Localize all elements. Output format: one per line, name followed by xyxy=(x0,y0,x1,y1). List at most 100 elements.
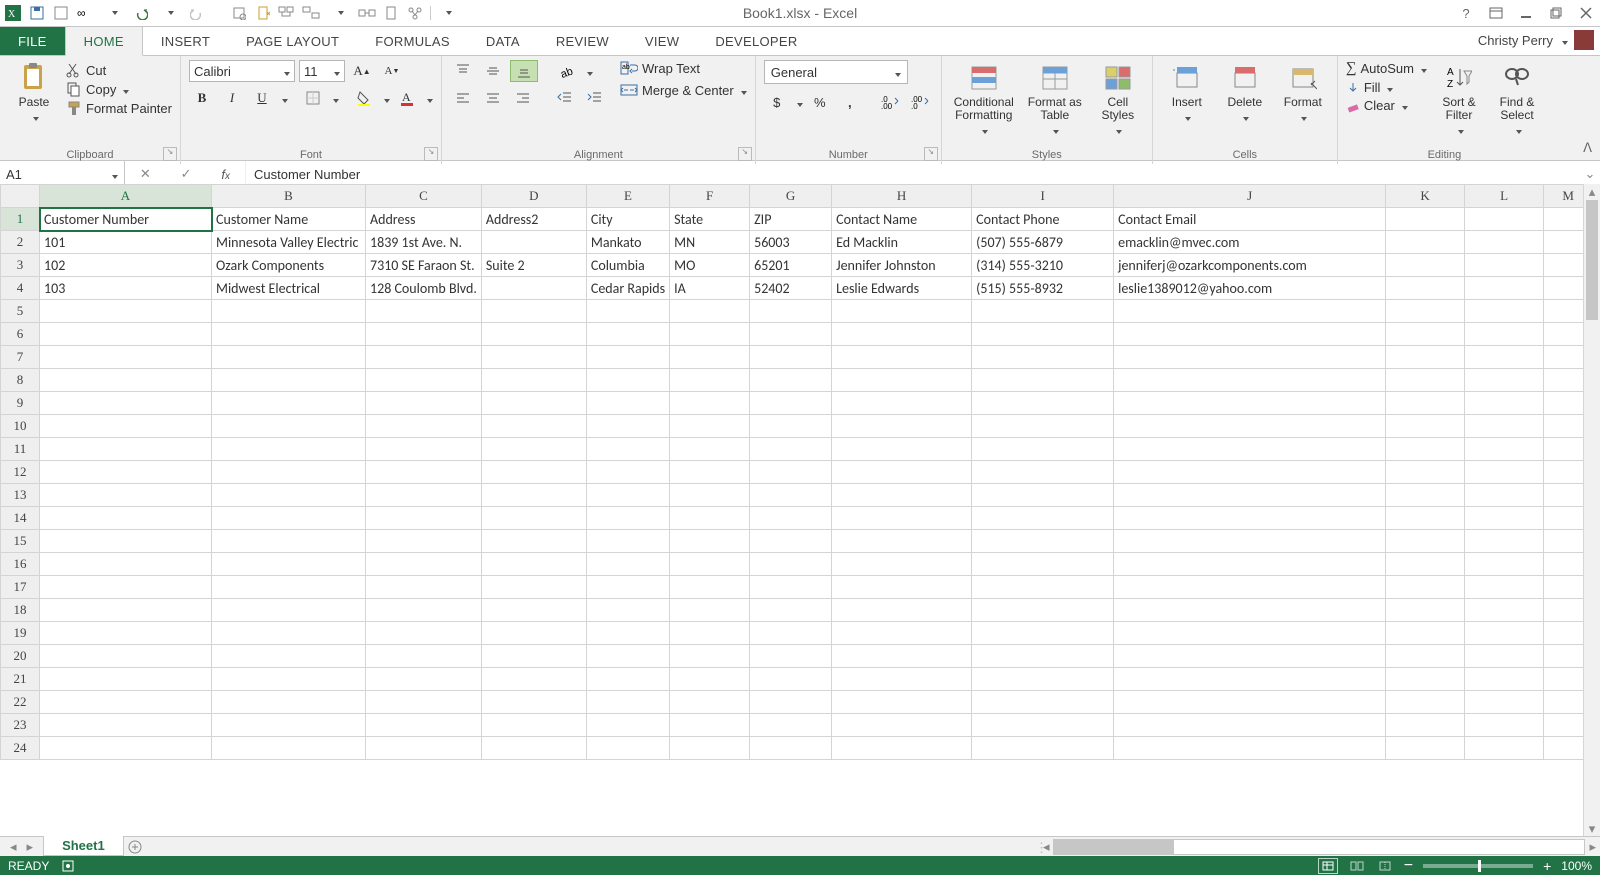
row-header[interactable]: 4 xyxy=(1,277,40,300)
cell[interactable] xyxy=(1465,484,1544,507)
cell[interactable] xyxy=(40,668,212,691)
cell[interactable] xyxy=(1386,369,1465,392)
cell[interactable] xyxy=(586,714,669,737)
select-all-corner[interactable] xyxy=(1,185,40,208)
row-header[interactable]: 21 xyxy=(1,668,40,691)
row-header[interactable]: 13 xyxy=(1,484,40,507)
cell[interactable]: (507) 555-6879 xyxy=(972,231,1114,254)
cell[interactable] xyxy=(670,622,750,645)
redo-icon[interactable] xyxy=(188,4,206,22)
cell[interactable] xyxy=(40,461,212,484)
cell[interactable] xyxy=(40,599,212,622)
font-color-dropdown[interactable] xyxy=(424,91,433,106)
cell[interactable] xyxy=(586,438,669,461)
cell[interactable] xyxy=(670,415,750,438)
row-header[interactable]: 6 xyxy=(1,323,40,346)
cell[interactable] xyxy=(212,576,366,599)
decrease-indent-icon[interactable] xyxy=(552,88,578,108)
cell[interactable] xyxy=(670,576,750,599)
row-header[interactable]: 8 xyxy=(1,369,40,392)
row-header[interactable]: 10 xyxy=(1,415,40,438)
cell[interactable]: Contact Name xyxy=(832,208,972,231)
cell[interactable] xyxy=(670,484,750,507)
column-header[interactable]: C xyxy=(366,185,482,208)
cell[interactable] xyxy=(586,599,669,622)
row-header[interactable]: 15 xyxy=(1,530,40,553)
underline-dropdown[interactable] xyxy=(279,91,288,106)
align-left-icon[interactable] xyxy=(450,88,476,108)
cell[interactable] xyxy=(750,323,832,346)
cell[interactable] xyxy=(586,530,669,553)
cell[interactable] xyxy=(972,645,1114,668)
cell[interactable] xyxy=(586,553,669,576)
cell[interactable] xyxy=(366,438,482,461)
cell[interactable] xyxy=(586,668,669,691)
column-header[interactable]: D xyxy=(481,185,586,208)
cell[interactable] xyxy=(1386,714,1465,737)
cell[interactable] xyxy=(1465,691,1544,714)
cut-button[interactable]: Cut xyxy=(66,62,172,78)
cell[interactable] xyxy=(670,438,750,461)
cell[interactable] xyxy=(1465,576,1544,599)
cell[interactable] xyxy=(212,645,366,668)
cell[interactable] xyxy=(750,691,832,714)
cell[interactable] xyxy=(972,484,1114,507)
wrap-text-button[interactable]: ab Wrap Text xyxy=(620,60,747,76)
format-as-table-button[interactable]: Format as Table xyxy=(1024,60,1086,139)
row-header[interactable]: 2 xyxy=(1,231,40,254)
cell[interactable] xyxy=(212,691,366,714)
cell[interactable] xyxy=(40,438,212,461)
cell[interactable] xyxy=(366,323,482,346)
cell[interactable] xyxy=(832,668,972,691)
cell[interactable] xyxy=(750,300,832,323)
tab-file[interactable]: FILE xyxy=(0,27,65,55)
cell[interactable] xyxy=(212,438,366,461)
cell[interactable] xyxy=(750,599,832,622)
cell[interactable] xyxy=(481,668,586,691)
cell[interactable] xyxy=(212,392,366,415)
close-icon[interactable] xyxy=(1576,5,1596,21)
cell[interactable] xyxy=(1114,530,1386,553)
number-dialog-launcher-icon[interactable]: ↘ xyxy=(924,147,938,161)
cell[interactable] xyxy=(212,346,366,369)
cell[interactable] xyxy=(212,553,366,576)
cell[interactable]: Jennifer Johnston xyxy=(832,254,972,277)
cell[interactable] xyxy=(972,576,1114,599)
row-header[interactable]: 3 xyxy=(1,254,40,277)
cell[interactable]: City xyxy=(586,208,669,231)
cell[interactable] xyxy=(366,415,482,438)
delete-cells-button[interactable]: Delete xyxy=(1219,60,1271,126)
cell[interactable] xyxy=(1465,668,1544,691)
cell[interactable] xyxy=(1465,737,1544,760)
cell[interactable] xyxy=(212,530,366,553)
cell[interactable] xyxy=(750,576,832,599)
row-header[interactable]: 24 xyxy=(1,737,40,760)
cell[interactable] xyxy=(481,438,586,461)
decrease-decimal-icon[interactable]: .00.0 xyxy=(907,92,933,112)
cell[interactable] xyxy=(832,507,972,530)
cell[interactable] xyxy=(832,553,972,576)
orientation-icon[interactable]: ab xyxy=(554,61,580,81)
cell[interactable] xyxy=(366,300,482,323)
cell[interactable] xyxy=(972,714,1114,737)
align-center-icon[interactable] xyxy=(480,88,506,108)
help-icon[interactable]: ? xyxy=(1456,5,1476,21)
cell[interactable]: MN xyxy=(670,231,750,254)
zoom-out-icon[interactable]: − xyxy=(1404,857,1413,875)
cell[interactable] xyxy=(481,530,586,553)
cell[interactable] xyxy=(972,737,1114,760)
column-header[interactable]: E xyxy=(586,185,669,208)
cell[interactable] xyxy=(212,484,366,507)
cell[interactable] xyxy=(1386,208,1465,231)
row-header[interactable]: 16 xyxy=(1,553,40,576)
align-bottom-icon[interactable] xyxy=(510,60,538,82)
cell[interactable] xyxy=(1114,323,1386,346)
cell[interactable]: State xyxy=(670,208,750,231)
format-painter-button[interactable]: Format Painter xyxy=(66,100,172,116)
cell[interactable] xyxy=(481,576,586,599)
cell[interactable] xyxy=(212,415,366,438)
cell[interactable] xyxy=(586,392,669,415)
row-header[interactable]: 14 xyxy=(1,507,40,530)
cell[interactable] xyxy=(366,553,482,576)
print-preview-icon[interactable] xyxy=(230,4,248,22)
